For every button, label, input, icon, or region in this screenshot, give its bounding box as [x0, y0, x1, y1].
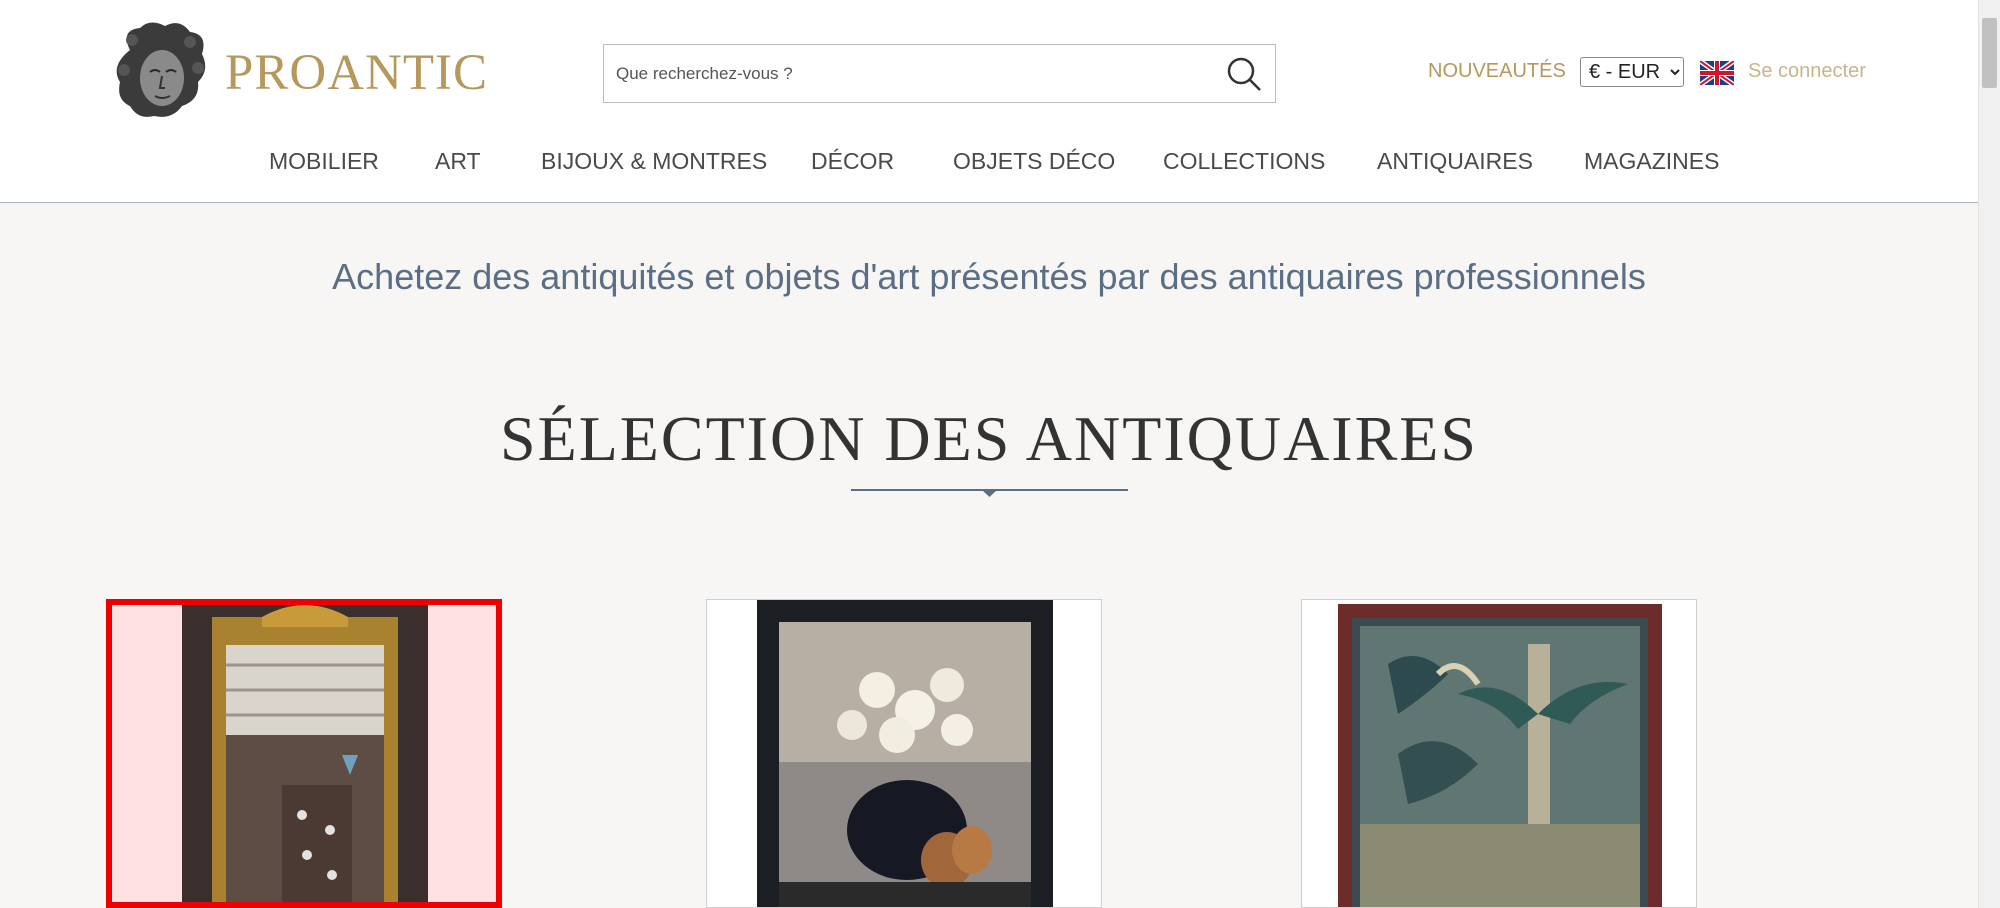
nav-item-objets-deco[interactable]: OBJETS DÉCO [953, 148, 1115, 175]
search-input[interactable] [616, 45, 1206, 102]
nav-item-mobilier[interactable]: MOBILIER [269, 148, 379, 175]
login-link[interactable]: Se connecter [1748, 60, 1866, 83]
nav-item-magazines[interactable]: MAGAZINES [1584, 148, 1719, 175]
tagline: Achetez des antiquités et objets d'art p… [332, 256, 1646, 297]
gilt-mirror-image [182, 605, 428, 902]
main-nav: MOBILIER ART BIJOUX & MONTRES DÉCOR OBJE… [0, 148, 1978, 180]
currency-select[interactable]: € - EUR [1580, 57, 1684, 87]
product-card-mirror[interactable] [106, 599, 502, 908]
scrollbar-thumb[interactable] [1982, 18, 1997, 88]
nav-item-collections[interactable]: COLLECTIONS [1163, 148, 1325, 175]
section-title: SÉLECTION DES ANTIQUAIRES [500, 403, 1478, 474]
nav-item-bijoux-montres[interactable]: BIJOUX & MONTRES [541, 148, 767, 175]
title-divider [851, 488, 1128, 502]
search-box [603, 44, 1276, 103]
nav-item-antiquaires[interactable]: ANTIQUAIRES [1377, 148, 1533, 175]
uk-flag-icon[interactable] [1698, 58, 1736, 88]
nav-item-decor[interactable]: DÉCOR [811, 148, 894, 175]
tapestry-image [1338, 604, 1662, 907]
product-card-tapestry[interactable] [1301, 599, 1697, 908]
site-header: PROANTIC NOUVEAUTÉS € - EUR Se connecter… [0, 0, 1978, 203]
page-scrollbar[interactable] [1978, 0, 2000, 908]
search-button[interactable] [1223, 53, 1265, 95]
new-arrivals-link[interactable]: NOUVEAUTÉS [1428, 60, 1566, 83]
roses-painting-image [757, 600, 1053, 907]
product-card-painting[interactable] [706, 599, 1102, 908]
cherub-logo-icon[interactable] [110, 20, 210, 122]
logo-text[interactable]: PROANTIC [225, 44, 488, 102]
nav-item-art[interactable]: ART [435, 148, 481, 175]
search-icon [1227, 57, 1261, 91]
